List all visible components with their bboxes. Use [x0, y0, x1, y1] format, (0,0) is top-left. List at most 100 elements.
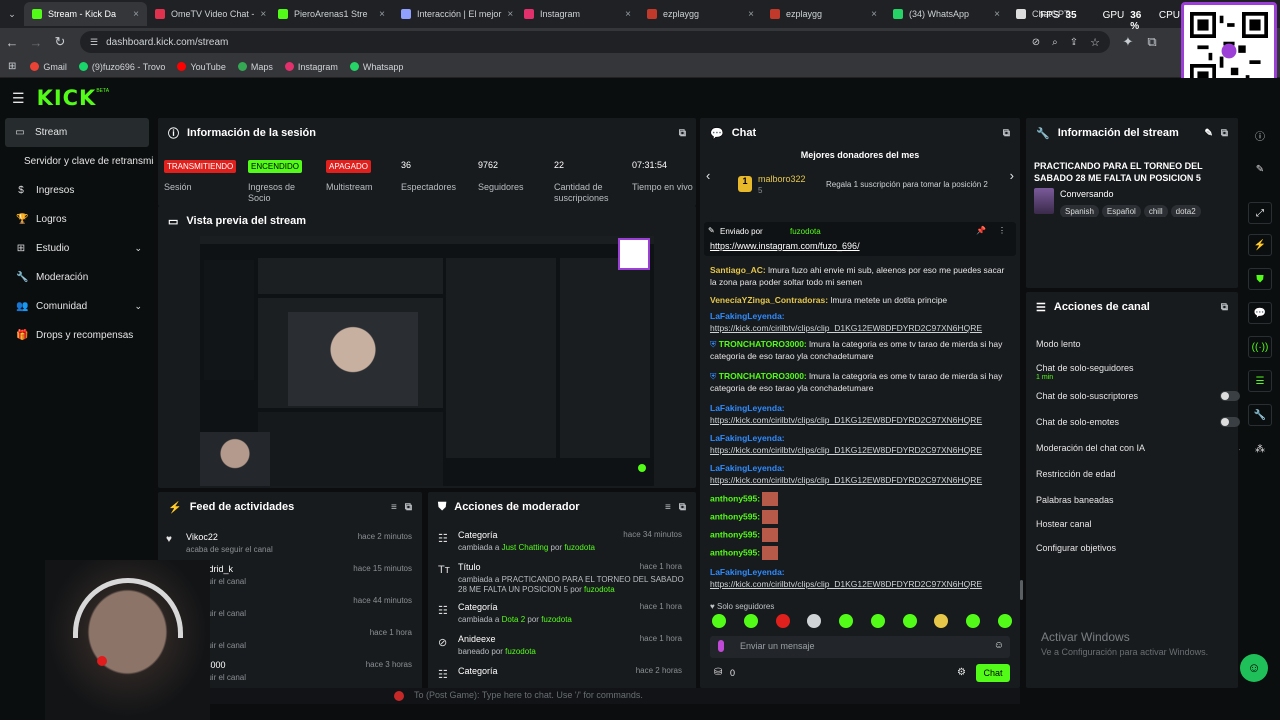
chat-username[interactable]: anthony595: [710, 511, 760, 521]
donor-name[interactable]: malboro322 [758, 174, 806, 184]
rail-broadcast-icon[interactable]: ((·)) [1248, 336, 1272, 358]
browser-tab[interactable]: OmeTV Video Chat - × [147, 2, 270, 26]
channel-action-item[interactable]: Chat de solo-emotes [1026, 410, 1240, 434]
emote[interactable] [870, 614, 885, 628]
channel-action-item[interactable]: Modo lento› [1026, 332, 1246, 356]
mod-action-target[interactable]: Just Chatting [502, 543, 549, 552]
sidebar-item[interactable]: 🔧 Moderación [0, 263, 154, 292]
edit-pencil-icon[interactable]: ✎ [1248, 158, 1272, 180]
unpin-icon[interactable]: 📌 [976, 226, 986, 235]
emote[interactable] [997, 614, 1012, 628]
close-tab-icon[interactable]: × [994, 9, 1000, 20]
category-name[interactable]: Conversando [1060, 189, 1114, 199]
emote[interactable] [902, 614, 917, 628]
emote[interactable] [743, 614, 758, 628]
pinned-message[interactable]: ✎ Enviado por fuzodota https://www.insta… [704, 222, 1016, 256]
emote[interactable] [934, 614, 949, 628]
bookmark-star-icon[interactable]: ☆ [1090, 36, 1100, 49]
follower-name[interactable]: Vikoc22 [186, 532, 218, 542]
rail-wrench-icon[interactable]: 🔧 [1248, 404, 1272, 426]
channel-action-item[interactable]: Palabras baneadas› [1026, 488, 1246, 512]
sidebar-item[interactable]: Servidor y clave de retransmisión [0, 147, 154, 176]
stream-tag[interactable]: dota2 [1170, 205, 1201, 217]
forward-icon[interactable]: → [24, 35, 48, 50]
browser-tab[interactable]: (34) WhatsApp × [885, 2, 1008, 26]
toggle-switch[interactable] [1220, 417, 1240, 427]
chat-link[interactable]: https://kick.com/cirilbtv/clips/clip_D1K… [710, 415, 982, 425]
bookmark-item[interactable]: Gmail [30, 62, 67, 72]
tab-menu-icon[interactable]: ⌄ [0, 9, 24, 20]
apps-grid-icon[interactable]: ⊞ [8, 61, 16, 72]
prev-donor-icon[interactable]: ‹ [706, 168, 710, 183]
sidebar-item[interactable]: ▭ Stream [5, 118, 149, 147]
browser-tab[interactable]: Stream - Kick Da × [24, 2, 147, 26]
chat-username[interactable]: anthony595: [710, 529, 760, 539]
browser-tab[interactable]: Interacción | El mejor × [393, 2, 516, 26]
popout-icon[interactable]: ⧉ [679, 128, 686, 139]
filter-icon[interactable]: ≡ [665, 502, 671, 513]
sidebar-item[interactable]: ⊞ Estudio ⌄ [0, 234, 154, 263]
popout-icon[interactable]: ⧉ [1003, 128, 1010, 139]
chat-username[interactable]: TRONCHATORO3000: [719, 339, 807, 349]
close-tab-icon[interactable]: × [748, 9, 754, 20]
chat-input[interactable]: Enviar un mensaje ☺ [710, 636, 1010, 658]
channel-action-item[interactable]: Chat de solo-suscriptores [1026, 384, 1240, 408]
chat-link[interactable]: https://kick.com/cirilbtv/clips/clip_D1K… [710, 579, 982, 589]
gift-cta[interactable]: Regala 1 suscripción para tomar la posic… [826, 180, 988, 189]
back-icon[interactable]: ← [0, 35, 24, 50]
chat-link[interactable]: https://kick.com/cirilbtv/clips/clip_D1K… [710, 475, 982, 485]
close-tab-icon[interactable]: × [260, 9, 266, 20]
rail-widgets-icon[interactable]: ⁂ [1248, 438, 1272, 460]
browser-tab[interactable]: PieroArenas1 Stre × [270, 2, 393, 26]
chat-username[interactable]: LaFakingLeyenda: [710, 311, 785, 321]
share-icon[interactable]: ⇪ [1070, 37, 1078, 48]
channel-action-item[interactable]: Hostear canal [1026, 512, 1226, 536]
filter-icon[interactable]: ≡ [391, 502, 397, 513]
rail-shield-icon[interactable]: ⛊ [1248, 268, 1272, 290]
mod-action-actor[interactable]: fuzodota [541, 615, 572, 624]
next-donor-icon[interactable]: › [1010, 168, 1014, 183]
mod-action-actor[interactable]: fuzodota [564, 543, 595, 552]
chat-username[interactable]: anthony595: [710, 547, 760, 557]
rail-expand-icon[interactable]: ⤢ [1248, 202, 1272, 224]
close-tab-icon[interactable]: × [379, 9, 385, 20]
close-tab-icon[interactable]: × [871, 9, 877, 20]
rail-bolt-icon[interactable]: ⚡ [1248, 234, 1272, 256]
rail-chat-icon[interactable]: 💬 [1248, 302, 1272, 324]
chat-username[interactable]: Santiago_AC: [710, 265, 766, 275]
kick-logo[interactable]: KICK [37, 86, 97, 110]
sidepanel-icon[interactable]: ⧉ [1140, 34, 1164, 50]
browser-tab[interactable]: Instagram × [516, 2, 639, 26]
address-bar[interactable]: ☰ dashboard.kick.com/stream ⊘ ⌕ ⇪ ☆ [80, 31, 1110, 53]
settings-gear-icon[interactable]: ⚙ [957, 667, 966, 678]
hamburger-menu-icon[interactable]: ☰ [12, 90, 25, 107]
stream-tag[interactable]: Spanish [1060, 205, 1099, 217]
bookmark-item[interactable]: Maps [237, 62, 273, 72]
chat-username[interactable]: LaFakingLeyenda: [710, 567, 785, 577]
popout-icon[interactable]: ⧉ [405, 502, 412, 513]
chat-username[interactable]: LaFakingLeyenda: [710, 403, 785, 413]
chat-link[interactable]: https://kick.com/cirilbtv/clips/clip_D1K… [710, 445, 982, 455]
popout-icon[interactable]: ⧉ [1221, 302, 1228, 313]
support-chat-icon[interactable]: ☺ [1240, 654, 1268, 682]
channel-action-item[interactable]: Moderación del chat con IA⇗ [1026, 436, 1246, 460]
emote[interactable] [966, 614, 981, 628]
stream-tag[interactable]: chill [1143, 205, 1168, 217]
channel-action-item[interactable]: Configurar objetivos› [1026, 536, 1246, 560]
bookmark-item[interactable]: (9)fuzo696 - Trovo [78, 62, 165, 72]
close-tab-icon[interactable]: × [625, 9, 631, 20]
mod-action-actor[interactable]: fuzodota [505, 647, 536, 656]
mod-action-target[interactable]: Dota 2 [502, 615, 526, 624]
pinned-link[interactable]: https://www.instagram.com/fuzo_696/ [710, 241, 860, 251]
emote[interactable] [775, 614, 790, 628]
browser-tab[interactable]: ezplaygg × [762, 2, 885, 26]
popout-icon[interactable]: ⧉ [679, 502, 686, 513]
stream-tag[interactable]: Español [1101, 205, 1141, 217]
more-icon[interactable]: ⋮ [998, 226, 1006, 235]
bookmark-item[interactable]: Whatsapp [349, 62, 403, 72]
close-tab-icon[interactable]: × [507, 9, 513, 20]
chat-username[interactable]: LaFakingLeyenda: [710, 463, 785, 473]
emote[interactable] [839, 614, 854, 628]
edit-icon[interactable]: ✎ [1204, 128, 1212, 139]
popout-icon[interactable]: ⧉ [1221, 128, 1228, 139]
